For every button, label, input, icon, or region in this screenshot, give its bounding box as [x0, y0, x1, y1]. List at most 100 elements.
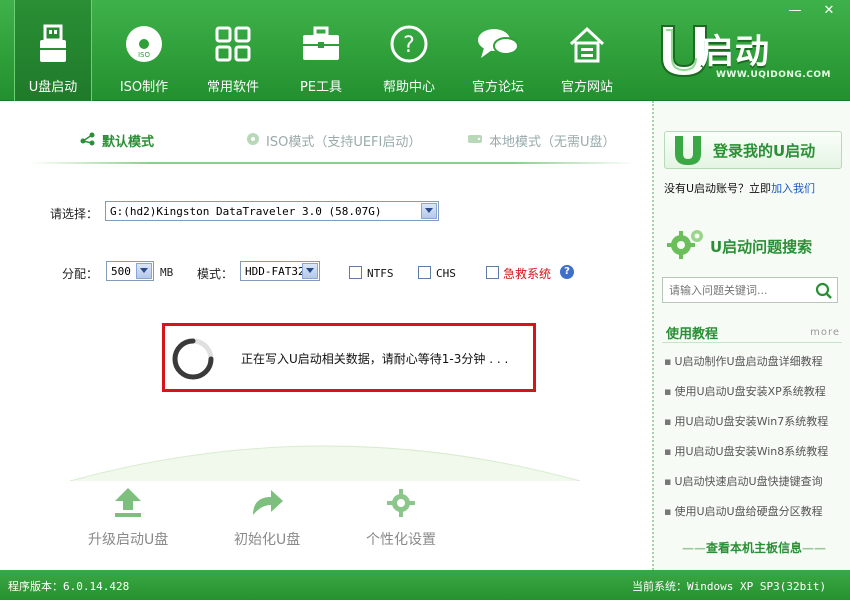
alloc-select-value: 500 — [111, 264, 131, 278]
tutorial-list: ▪ U启动制作U盘启动盘详细教程 ▪ 使用U启动U盘安装XP系统教程 ▪ 用U启动U盘… — [664, 355, 846, 535]
search-input[interactable] — [669, 283, 809, 297]
top-toolbar: U盘启动 ISO ISO制作 常用软件 PE工具 ? 帮助中心 官方论坛 官方网… — [0, 0, 850, 101]
tutorial-item[interactable]: ▪ 用U启动U盘安装Win7系统教程 — [664, 415, 846, 445]
help-icon: ? — [387, 22, 431, 66]
search-box — [662, 277, 838, 303]
mainboard-info-link[interactable]: ——查看本机主板信息—— — [666, 539, 842, 556]
program-version: 程序版本：6.0.14.428 — [8, 580, 130, 593]
chs-label: CHS — [436, 267, 456, 280]
gear-icon — [381, 483, 421, 523]
tutorial-item[interactable]: ▪ U启动快速启动U盘快捷键查询 — [664, 475, 846, 505]
more-link[interactable]: more — [810, 327, 840, 338]
progress-message: 正在写入U启动相关数据，请耐心等待1-3分钟 . . . — [241, 352, 509, 366]
mode-tabs: 默认模式 ISO模式（支持UEFI启动） 本地模式（无需U盘） — [0, 131, 652, 161]
toolbox-icon — [299, 22, 343, 66]
close-button[interactable]: ✕ — [817, 2, 841, 20]
chevron-down-icon — [421, 203, 437, 219]
join-link[interactable]: 加入我们 — [771, 182, 815, 195]
toolbar-label: U盘启动 — [28, 80, 78, 95]
home-icon — [565, 22, 609, 66]
rescue-system-label: 急救系统 — [503, 267, 552, 281]
toolbar-iso[interactable]: ISO ISO制作 — [105, 0, 183, 101]
mode-tabs-divider — [30, 162, 635, 164]
alloc-label: 分配： — [62, 267, 99, 281]
loading-spinner-icon — [171, 337, 215, 381]
ntfs-checkbox[interactable] — [349, 266, 362, 279]
toolbar-website[interactable]: 官方网站 — [548, 0, 626, 101]
device-select[interactable]: G:(hd2)Kingston DataTraveler 3.0 (58.07G… — [105, 201, 439, 221]
toolbar-help[interactable]: ? 帮助中心 — [370, 0, 448, 101]
device-select-value: G:(hd2)Kingston DataTraveler 3.0 (58.07G… — [110, 204, 382, 218]
upload-icon — [108, 483, 148, 523]
svg-text:ISO: ISO — [138, 51, 151, 59]
toolbar-usb-boot[interactable]: U盘启动 — [14, 0, 92, 101]
toolbar-label: 常用软件 — [206, 80, 259, 95]
search-title: U启动问题搜索 — [710, 238, 813, 256]
personalize-label: 个性化设置 — [366, 532, 436, 548]
mode-label: 模式： — [197, 267, 234, 281]
current-system: 当前系统：Windows XP SP3(32bit) — [632, 580, 827, 593]
toolbar-label: 帮助中心 — [382, 80, 435, 95]
tab-default-mode[interactable]: 默认模式 — [80, 131, 154, 150]
decorative-arc — [69, 445, 581, 481]
tab-iso-mode[interactable]: ISO模式（支持UEFI启动） — [246, 131, 421, 150]
toolbar-pe-tools[interactable]: PE工具 — [282, 0, 360, 101]
disc-icon — [246, 132, 260, 150]
init-usb-label: 初始化U盘 — [234, 532, 301, 548]
mainboard-info-label: 查看本机主板信息 — [705, 541, 802, 555]
search-icon[interactable] — [815, 282, 833, 303]
toolbar-label: ISO制作 — [119, 80, 169, 95]
tutorials-title: 使用教程 — [666, 327, 719, 342]
tab-label: 本地模式（无需U盘） — [489, 135, 616, 150]
toolbar-label: PE工具 — [299, 80, 343, 95]
tab-label: 默认模式 — [102, 135, 155, 150]
toolbar-software[interactable]: 常用软件 — [194, 0, 272, 101]
tab-label: ISO模式（支持UEFI启动） — [266, 135, 422, 150]
alloc-select[interactable]: 500 — [106, 261, 154, 281]
progress-panel: 正在写入U启动相关数据，请耐心等待1-3分钟 . . . — [162, 323, 536, 392]
no-account-text: 没有U启动账号？立即 — [664, 182, 772, 195]
toolbar-label: 官方网站 — [560, 80, 613, 95]
redo-arrow-icon — [247, 483, 287, 523]
personalize-button[interactable]: 个性化设置 — [366, 483, 436, 549]
help-icon[interactable]: ? — [560, 265, 574, 279]
toolbar-label: 官方论坛 — [471, 80, 524, 95]
init-usb-button[interactable]: 初始化U盘 — [234, 483, 300, 549]
toolbar-forum[interactable]: 官方论坛 — [459, 0, 537, 101]
status-bar: 程序版本：6.0.14.428 当前系统：Windows XP SP3(32bi… — [0, 570, 850, 600]
partition-mode-value: HDD-FAT32 — [245, 264, 305, 278]
gears-icon — [666, 227, 706, 261]
device-select-label: 请选择： — [50, 207, 99, 221]
partition-mode-select[interactable]: HDD-FAT32 — [240, 261, 320, 281]
upgrade-usb-label: 升级启动U盘 — [88, 532, 169, 548]
chevron-down-icon — [302, 263, 318, 279]
side-panel: 登录我的U启动 没有U启动账号？立即加入我们 U启动问题搜索 使用教程 more… — [652, 101, 850, 570]
logo-text: 启动 — [700, 32, 770, 72]
u-logo-icon — [675, 136, 701, 165]
tutorial-item[interactable]: ▪ 使用U启动U盘安装XP系统教程 — [664, 385, 846, 415]
svg-text:?: ? — [403, 33, 415, 58]
alloc-unit: MB — [160, 266, 174, 279]
login-button-label: 登录我的U启动 — [713, 141, 816, 160]
minimize-button[interactable]: — — [783, 2, 807, 20]
grid-icon — [211, 22, 255, 66]
login-button[interactable]: 登录我的U启动 — [664, 131, 842, 169]
main-panel: 默认模式 ISO模式（支持UEFI启动） 本地模式（无需U盘） 请选择： G:(… — [0, 101, 652, 570]
logo-url: WWW.UQIDONG.COM — [716, 70, 831, 80]
share-icon — [80, 132, 96, 150]
chevron-down-icon — [136, 263, 152, 279]
register-prompt: 没有U启动账号？立即加入我们 — [664, 180, 815, 196]
disc-icon: ISO — [122, 22, 166, 66]
tutorial-item[interactable]: ▪ 用U启动U盘安装Win8系统教程 — [664, 445, 846, 475]
usb-icon — [31, 22, 75, 66]
tutorials-header: 使用教程 more — [662, 321, 842, 343]
chs-checkbox[interactable] — [418, 266, 431, 279]
tab-local-mode[interactable]: 本地模式（无需U盘） — [467, 131, 616, 150]
hard-drive-icon — [467, 133, 483, 149]
rescue-system-checkbox[interactable] — [486, 266, 499, 279]
ntfs-label: NTFS — [367, 267, 394, 280]
tutorial-item[interactable]: ▪ 使用U启动U盘给硬盘分区教程 — [664, 505, 846, 535]
tutorial-item[interactable]: ▪ U启动制作U盘启动盘详细教程 — [664, 355, 846, 385]
upgrade-usb-button[interactable]: 升级启动U盘 — [88, 483, 168, 549]
chat-icon — [476, 22, 520, 66]
